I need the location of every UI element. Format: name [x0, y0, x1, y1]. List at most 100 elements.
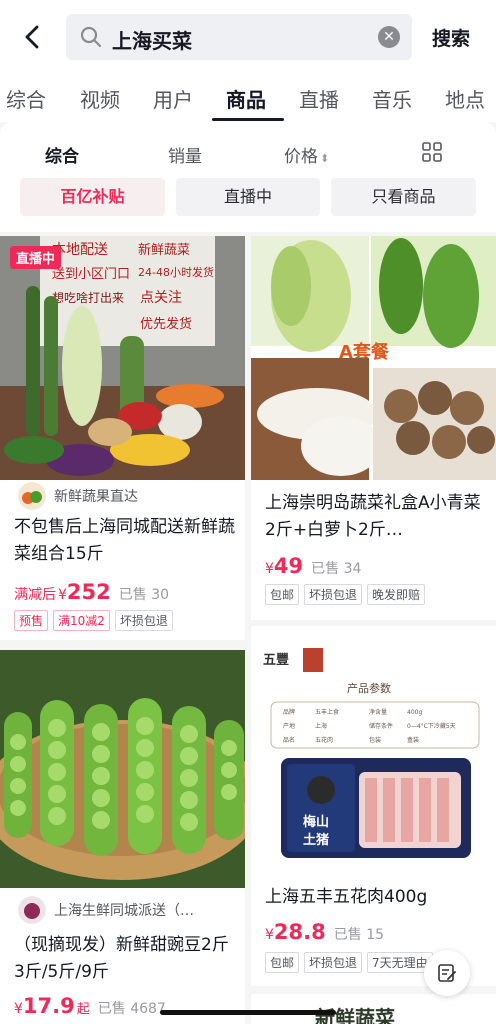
price: 49: [273, 554, 304, 578]
tag-row: 包邮 坏损包退 7天无理由: [265, 952, 433, 973]
image-text: 24-48小时发货: [138, 265, 214, 279]
tag-presale: 预售: [14, 610, 49, 631]
chip-live[interactable]: 直播中: [176, 178, 320, 216]
image-text: 新鲜蔬菜: [138, 242, 190, 258]
sold-count: 已售 34: [311, 561, 362, 577]
param-text: 品牌: [283, 708, 295, 716]
tab-products[interactable]: 商品: [226, 84, 266, 113]
tab-places[interactable]: 地点: [445, 84, 485, 113]
image-text: 点关注: [140, 290, 182, 306]
product-card[interactable]: 上海生鲜同城派送（… （现摘现发）新鲜甜豌豆2斤3斤/5斤/9斤 ¥ 17.9 …: [0, 650, 245, 1024]
tag-7-day-return: 7天无理由: [367, 952, 433, 973]
price: 17.9: [22, 994, 75, 1018]
image-text: 优先发货: [140, 316, 192, 332]
price-from-label: 起: [76, 1002, 90, 1017]
currency: ¥: [265, 927, 274, 943]
image-text: 想吃啥打出来: [52, 290, 124, 305]
product-card[interactable]: 本地配送 送到小区门口 想吃啥打出来 新鲜蔬菜 24-48小时发货 点关注 优先…: [0, 236, 245, 640]
product-title: 上海五丰五花肉400g: [265, 887, 428, 907]
product-image: 五豐 产品参数 品牌 五丰上食 净含量 400g 产地 上海 储存条件 0—4°…: [251, 626, 496, 868]
param-text: 产地: [283, 722, 295, 730]
active-tab-indicator: [212, 118, 284, 121]
package-text: 土猪: [303, 832, 329, 848]
filter-panel: 综合 销量 价格 ⬍ 百亿补贴 直播中 只看商品: [0, 122, 496, 232]
grid-view-icon[interactable]: [422, 142, 442, 162]
param-text: 包装: [369, 736, 381, 744]
tag-late-compensation: 晚发即赔: [367, 584, 426, 605]
clear-icon[interactable]: ✕: [378, 26, 400, 48]
tag-row: 预售 满10减2 坏损包退: [14, 610, 173, 631]
product-title: 上海崇明岛蔬菜礼盒A小青菜2斤+白萝卜2斤…: [265, 493, 481, 540]
shop-row[interactable]: 上海生鲜同城派送（…: [18, 896, 194, 924]
params-title: 产品参数: [347, 681, 391, 695]
currency: ¥: [265, 561, 274, 577]
sort-price-label: 价格: [284, 147, 318, 167]
edit-note-icon: [438, 964, 456, 982]
product-image: [0, 650, 245, 888]
search-icon: [80, 26, 102, 48]
tag-free-shipping: 包邮: [265, 952, 300, 973]
price-row: ¥ 49 已售 34: [265, 554, 361, 578]
category-tabs: 综合 视频 用户 商品 直播 音乐 地点: [0, 76, 496, 122]
sold-count: 已售 30: [118, 587, 170, 603]
product-card[interactable]: 五豐 产品参数 品牌 五丰上食 净含量 400g 产地 上海 储存条件 0—4°…: [251, 626, 496, 986]
shop-row[interactable]: 新鲜蔬果直达: [18, 482, 138, 510]
product-title: 不包售后上海同城配送新鲜蔬菜组合15斤: [14, 517, 235, 564]
tab-music[interactable]: 音乐: [372, 84, 412, 113]
next-product-card[interactable]: 新鲜蔬菜: [251, 994, 496, 1024]
chip-products-only[interactable]: 只看商品: [331, 178, 476, 216]
brand-logo: 五豐: [263, 652, 289, 668]
back-arrow-icon[interactable]: [18, 22, 48, 52]
price-row: ¥ 17.9 起 已售 4687: [14, 994, 166, 1018]
shop-avatar: [18, 896, 46, 924]
tab-users[interactable]: 用户: [153, 84, 193, 113]
tab-all[interactable]: 综合: [6, 84, 46, 113]
param-text: 五花肉: [315, 736, 333, 744]
home-indicator: [160, 1010, 336, 1015]
search-header: 上海买菜 ✕ 搜索: [0, 0, 496, 76]
product-image: 本地配送 送到小区门口 想吃啥打出来 新鲜蔬菜 24-48小时发货 点关注 优先…: [0, 236, 245, 480]
param-text: 净含量: [369, 708, 387, 716]
sort-price[interactable]: 价格 ⬍: [284, 142, 329, 167]
sold-count: 已售 15: [333, 927, 385, 943]
image-text: 送到小区门口: [52, 267, 130, 282]
search-input[interactable]: 上海买菜 ✕: [66, 14, 412, 60]
product-card[interactable]: A套餐 上海崇明岛蔬菜礼盒A小青菜2斤+白萝卜2斤… ¥ 49 已售 34 包邮…: [251, 236, 496, 620]
price: 252: [66, 580, 111, 604]
param-text: 品名: [283, 736, 295, 744]
tag-refund: 坏损包退: [114, 610, 173, 631]
price-row: ¥ 28.8 已售 15: [265, 920, 384, 944]
feedback-button[interactable]: [424, 950, 470, 996]
tag-free-shipping: 包邮: [265, 584, 300, 605]
price: 28.8: [273, 920, 326, 944]
chip-subsidy[interactable]: 百亿补贴: [20, 178, 165, 216]
currency: ¥: [14, 1001, 23, 1017]
tab-live[interactable]: 直播: [299, 84, 339, 113]
search-button[interactable]: 搜索: [432, 24, 470, 51]
tag-refund: 坏损包退: [304, 952, 363, 973]
package-text: 梅山: [303, 814, 329, 830]
shop-name: 上海生鲜同城派送（…: [54, 903, 194, 919]
sort-sales[interactable]: 销量: [168, 142, 202, 167]
param-text: 盒装: [407, 736, 419, 744]
shop-avatar: [18, 482, 46, 510]
tab-video[interactable]: 视频: [80, 84, 120, 113]
sort-comprehensive[interactable]: 综合: [45, 142, 79, 167]
product-title: （现摘现发）新鲜甜豌豆2斤3斤/5斤/9斤: [14, 935, 229, 982]
product-image: A套餐: [251, 236, 496, 480]
price-prefix: 满减后: [14, 587, 56, 603]
tag-row: 包邮 坏损包退 晚发即赔: [265, 584, 426, 605]
sold-count: 已售 4687: [97, 1001, 166, 1017]
param-text: 上海: [315, 722, 327, 730]
tag-discount: 满10减2: [53, 610, 110, 631]
param-text: 五丰上食: [315, 708, 339, 716]
search-query: 上海买菜: [112, 29, 192, 53]
shop-name: 新鲜蔬果直达: [54, 489, 138, 505]
param-text: 0—4°C下冷藏5天: [407, 722, 456, 730]
tag-refund: 坏损包退: [304, 584, 363, 605]
currency: ¥: [58, 587, 67, 603]
sort-arrows-icon: ⬍: [320, 152, 330, 165]
price-row: 满减后 ¥ 252 已售 30: [14, 580, 169, 604]
param-text: 400g: [407, 709, 422, 716]
param-text: 储存条件: [369, 722, 393, 730]
